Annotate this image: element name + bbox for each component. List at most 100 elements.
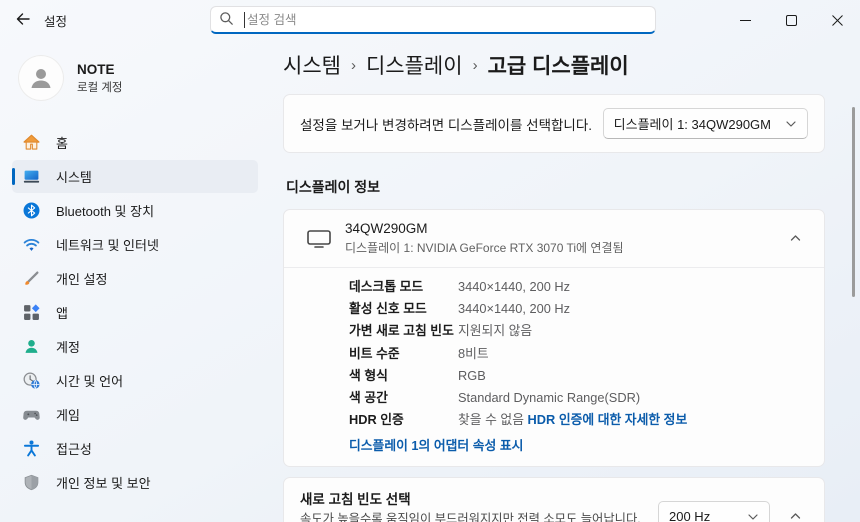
sidebar-item-label: 앱 <box>56 303 68 322</box>
refresh-rate-text: 새로 고침 빈도 선택 속도가 높을수록 움직임이 부드러워지지만 전력 소모도… <box>300 488 658 522</box>
info-label: 색 형식 <box>349 365 458 387</box>
sidebar-item-label: 접근성 <box>56 439 92 458</box>
maximize-icon <box>786 15 797 26</box>
hdr-cert-info-link[interactable]: HDR 인증에 대한 자세한 정보 <box>528 412 688 427</box>
user-meta: NOTE 로컬 계정 <box>77 62 123 95</box>
adapter-properties-link[interactable]: 디스플레이 1의 어댑터 속성 표시 <box>349 436 808 456</box>
refresh-rate-card: 새로 고침 빈도 선택 속도가 높을수록 움직임이 부드러워지지만 전력 소모도… <box>283 477 825 522</box>
sidebar-item-network[interactable]: 네트워크 및 인터넷 <box>12 228 258 261</box>
refresh-rate-dropdown[interactable]: 200 Hz <box>658 501 770 522</box>
display-info-titles: 34QW290GM 디스플레이 1: NVIDIA GeForce RTX 30… <box>345 221 782 256</box>
sidebar-item-label: Bluetooth 및 장치 <box>56 201 154 220</box>
display-select-dropdown[interactable]: 디스플레이 1: 34QW290GM <box>603 108 808 139</box>
user-account[interactable]: NOTE 로컬 계정 <box>18 50 270 106</box>
breadcrumb-separator: › <box>351 57 356 74</box>
display-info-card: 34QW290GM 디스플레이 1: NVIDIA GeForce RTX 30… <box>283 209 825 467</box>
display-info-header[interactable]: 34QW290GM 디스플레이 1: NVIDIA GeForce RTX 30… <box>284 210 824 267</box>
titlebar: 설정 <box>0 0 860 40</box>
sidebar-item-personalization[interactable]: 개인 설정 <box>12 262 258 295</box>
info-value: RGB <box>458 365 808 387</box>
avatar <box>18 55 64 101</box>
chevron-down-icon <box>785 118 797 130</box>
info-value: Standard Dynamic Range(SDR) <box>458 387 808 409</box>
refresh-rate-controls: 200 Hz <box>658 501 808 522</box>
search-box[interactable] <box>210 6 656 34</box>
refresh-rate-description-text: 속도가 높을수록 움직임이 부드러워지지만 전력 소모도 늘어납니다. <box>300 512 641 522</box>
close-button[interactable] <box>814 0 860 40</box>
display-info-body: 데스크톱 모드 3440×1440, 200 Hz 활성 신호 모드 3440×… <box>284 268 824 466</box>
breadcrumb-separator: › <box>473 57 478 74</box>
bluetooth-icon <box>23 202 40 219</box>
info-value: 3440×1440, 200 Hz <box>458 276 808 298</box>
sidebar-item-bluetooth[interactable]: Bluetooth 및 장치 <box>12 194 258 227</box>
user-name: NOTE <box>77 62 123 77</box>
search-icon <box>219 11 234 29</box>
sidebar-item-accounts[interactable]: 계정 <box>12 330 258 363</box>
sidebar-item-label: 개인 정보 및 보안 <box>56 473 151 492</box>
collapse-button[interactable] <box>782 226 808 252</box>
info-label: HDR 인증 <box>349 409 458 431</box>
breadcrumb-display[interactable]: 디스플레이 <box>366 50 463 80</box>
breadcrumb-system[interactable]: 시스템 <box>283 50 341 80</box>
sidebar-item-time-language[interactable]: 시간 및 언어 <box>12 364 258 397</box>
page-title: 고급 디스플레이 <box>488 50 629 80</box>
display-select-card: 설정을 보거나 변경하려면 디스플레이를 선택합니다. 디스플레이 1: 34Q… <box>283 94 825 153</box>
sidebar-item-apps[interactable]: 앱 <box>12 296 258 329</box>
system-icon <box>23 168 40 185</box>
refresh-collapse-button[interactable] <box>782 504 808 522</box>
info-value: 8비트 <box>458 343 808 365</box>
display-select-text: 설정을 보거나 변경하려면 디스플레이를 선택합니다. <box>300 114 603 134</box>
maximize-button[interactable] <box>768 0 814 40</box>
app-title: 설정 <box>44 11 67 30</box>
chevron-down-icon <box>747 511 759 522</box>
sidebar-item-gaming[interactable]: 게임 <box>12 398 258 431</box>
sidebar-item-label: 개인 설정 <box>56 269 107 288</box>
section-title: 디스플레이 정보 <box>286 177 825 197</box>
sidebar-item-label: 홈 <box>56 133 68 152</box>
sidebar-item-label: 시간 및 언어 <box>56 371 123 390</box>
info-value: 지원되지 않음 <box>458 320 808 342</box>
chevron-up-icon <box>789 510 802 522</box>
info-label: 색 공간 <box>349 387 458 409</box>
sidebar-item-privacy[interactable]: 개인 정보 및 보안 <box>12 466 258 499</box>
hdr-cert-value: 찾을 수 없음 <box>458 412 524 427</box>
time-language-icon <box>23 372 40 389</box>
display-connection: 디스플레이 1: NVIDIA GeForce RTX 3070 Ti에 연결됨 <box>345 239 782 256</box>
search-input[interactable] <box>247 13 647 27</box>
privacy-shield-icon <box>23 474 40 491</box>
text-cursor <box>244 12 245 28</box>
person-icon <box>26 63 56 93</box>
back-button[interactable] <box>8 5 38 35</box>
sidebar-item-label: 계정 <box>56 337 80 356</box>
sidebar-item-accessibility[interactable]: 접근성 <box>12 432 258 465</box>
sidebar-item-label: 게임 <box>56 405 80 424</box>
close-icon <box>832 15 843 26</box>
sidebar-item-label: 시스템 <box>56 167 92 186</box>
main-content: 시스템 › 디스플레이 › 고급 디스플레이 설정을 보거나 변경하려면 디스플… <box>270 40 860 522</box>
info-value: 찾을 수 없음 HDR 인증에 대한 자세한 정보 <box>458 409 808 431</box>
accounts-icon <box>23 338 40 355</box>
user-account-type: 로컬 계정 <box>77 79 123 95</box>
home-icon <box>23 134 40 151</box>
refresh-rate-value: 200 Hz <box>669 509 710 522</box>
back-arrow-icon <box>15 11 31 30</box>
info-label: 데스크톱 모드 <box>349 276 458 298</box>
accessibility-icon <box>23 440 40 457</box>
vertical-scrollbar[interactable] <box>852 107 855 297</box>
sidebar: NOTE 로컬 계정 홈 시스템 Bluetooth 및 장치 <box>0 40 270 522</box>
sidebar-item-home[interactable]: 홈 <box>12 126 258 159</box>
sidebar-item-label: 네트워크 및 인터넷 <box>56 235 159 254</box>
display-select-value: 디스플레이 1: 34QW290GM <box>614 114 771 133</box>
sidebar-item-system[interactable]: 시스템 <box>12 160 258 193</box>
window-controls <box>722 0 860 40</box>
display-name: 34QW290GM <box>345 221 782 236</box>
info-label: 활성 신호 모드 <box>349 298 458 320</box>
minimize-button[interactable] <box>722 0 768 40</box>
refresh-rate-title: 새로 고침 빈도 선택 <box>300 488 644 508</box>
sidebar-nav: 홈 시스템 Bluetooth 및 장치 네트워크 및 인터넷 개인 설정 <box>0 126 270 499</box>
info-label: 비트 수준 <box>349 343 458 365</box>
apps-icon <box>23 304 40 321</box>
chevron-up-icon <box>789 232 802 245</box>
info-label: 가변 새로 고침 빈도 <box>349 320 458 342</box>
info-value: 3440×1440, 200 Hz <box>458 298 808 320</box>
